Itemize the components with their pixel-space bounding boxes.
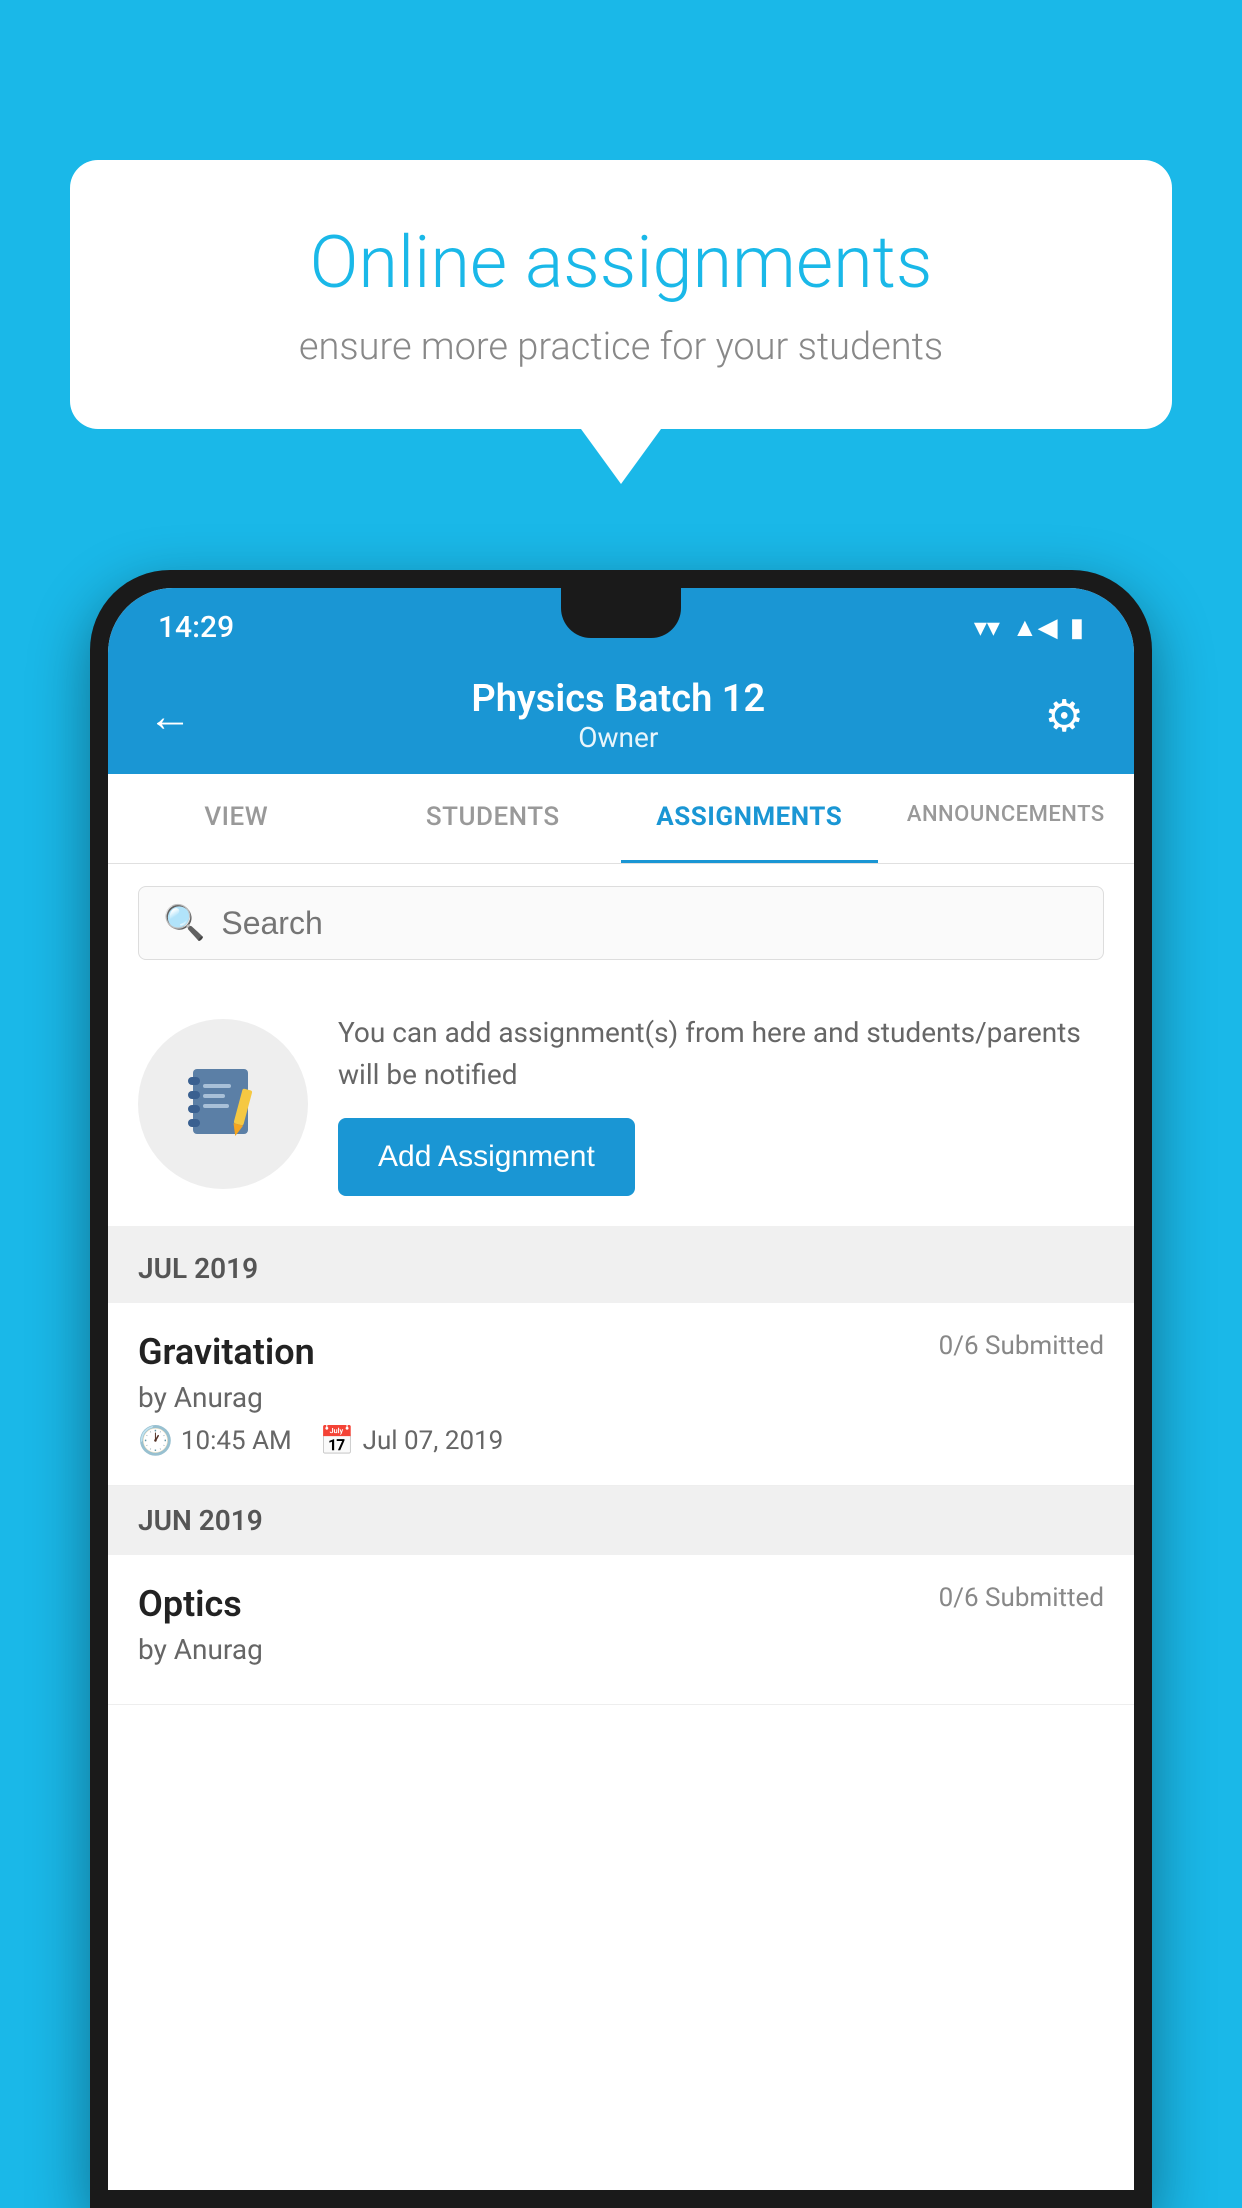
- list-item[interactable]: Optics 0/6 Submitted by Anurag: [108, 1555, 1134, 1705]
- wifi-icon: ▾▾: [974, 613, 1000, 643]
- settings-icon[interactable]: ⚙: [1045, 690, 1084, 742]
- notebook-svg-icon: [178, 1059, 268, 1149]
- list-item[interactable]: Gravitation 0/6 Submitted by Anurag 🕐 10…: [108, 1303, 1134, 1486]
- promo-content: You can add assignment(s) from here and …: [338, 1012, 1104, 1196]
- section-header-jul: JUL 2019: [108, 1234, 1134, 1303]
- screen-content: 🔍: [108, 864, 1134, 2190]
- header-title: Physics Batch 12: [192, 677, 1045, 721]
- section-header-jun: JUN 2019: [108, 1486, 1134, 1555]
- speech-bubble-title: Online assignments: [150, 220, 1092, 305]
- tab-assignments[interactable]: ASSIGNMENTS: [621, 774, 878, 863]
- promo-text: You can add assignment(s) from here and …: [338, 1012, 1104, 1096]
- assignment-submitted-2: 0/6 Submitted: [939, 1583, 1104, 1613]
- assignment-meta: 🕐 10:45 AM 📅 Jul 07, 2019: [138, 1424, 1104, 1457]
- assignment-author: by Anurag: [138, 1381, 1104, 1414]
- promo-section: You can add assignment(s) from here and …: [108, 982, 1134, 1234]
- status-icons: ▾▾ ▲◀ ▮: [974, 612, 1084, 643]
- assignment-row-top: Gravitation 0/6 Submitted: [138, 1331, 1104, 1373]
- header-subtitle: Owner: [192, 721, 1045, 754]
- speech-bubble-arrow: [581, 429, 661, 484]
- search-input-wrapper[interactable]: 🔍: [138, 886, 1104, 960]
- assignment-time: 🕐 10:45 AM: [138, 1424, 292, 1457]
- promo-speech-bubble: Online assignments ensure more practice …: [70, 160, 1172, 484]
- assignment-name-2: Optics: [138, 1583, 242, 1625]
- search-input[interactable]: [221, 905, 1079, 942]
- calendar-icon: 📅: [320, 1424, 355, 1457]
- phone-notch: [561, 588, 681, 638]
- signal-icon: ▲◀: [1012, 612, 1058, 643]
- speech-bubble-subtitle: ensure more practice for your students: [150, 325, 1092, 369]
- search-icon: 🔍: [163, 903, 205, 943]
- assignment-date-value: Jul 07, 2019: [363, 1426, 504, 1456]
- app-header: ← Physics Batch 12 Owner ⚙: [108, 657, 1134, 774]
- add-assignment-button[interactable]: Add Assignment: [338, 1118, 635, 1196]
- search-container: 🔍: [108, 864, 1134, 982]
- tabs-container: VIEW STUDENTS ASSIGNMENTS ANNOUNCEMENTS: [108, 774, 1134, 864]
- promo-icon-circle: [138, 1019, 308, 1189]
- status-time: 14:29: [158, 610, 234, 645]
- assignment-author-2: by Anurag: [138, 1633, 1104, 1666]
- tab-students[interactable]: STUDENTS: [365, 774, 622, 863]
- battery-icon: ▮: [1070, 613, 1084, 643]
- assignment-name: Gravitation: [138, 1331, 315, 1373]
- phone-frame: 14:29 ▾▾ ▲◀ ▮ ← Physics Batch 12 Owner ⚙…: [90, 570, 1152, 2208]
- speech-bubble-box: Online assignments ensure more practice …: [70, 160, 1172, 429]
- header-center: Physics Batch 12 Owner: [192, 677, 1045, 754]
- tab-announcements[interactable]: ANNOUNCEMENTS: [878, 774, 1135, 863]
- assignment-row-top-2: Optics 0/6 Submitted: [138, 1583, 1104, 1625]
- phone-screen: 14:29 ▾▾ ▲◀ ▮ ← Physics Batch 12 Owner ⚙…: [108, 588, 1134, 2190]
- assignment-date: 📅 Jul 07, 2019: [320, 1424, 504, 1457]
- back-button[interactable]: ←: [148, 690, 192, 742]
- assignment-submitted: 0/6 Submitted: [939, 1331, 1104, 1361]
- clock-icon: 🕐: [138, 1424, 173, 1457]
- tab-view[interactable]: VIEW: [108, 774, 365, 863]
- assignment-time-value: 10:45 AM: [181, 1426, 292, 1456]
